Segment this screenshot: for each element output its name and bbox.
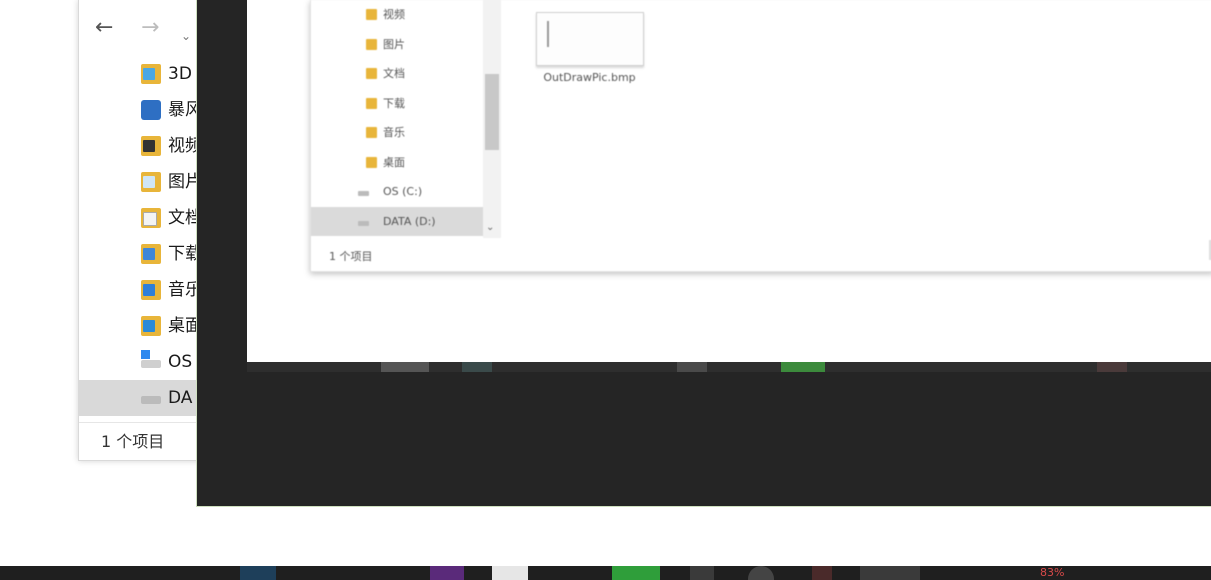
dark-preview-window: 视频 图片 文档 下载 音乐 桌面 OS (C:) DATA (D:) ⌄ 1 … xyxy=(196,0,1211,507)
embedded-tree-label: 图片 xyxy=(383,37,405,51)
forward-arrow-icon[interactable]: → xyxy=(141,14,159,42)
strip-segment xyxy=(1097,362,1127,372)
documents-folder-icon xyxy=(141,208,161,228)
folder-icon xyxy=(366,68,377,79)
desktop-folder-icon xyxy=(141,316,161,336)
embedded-tree-item: 视频 xyxy=(311,0,483,30)
folder-icon xyxy=(366,156,377,168)
embedded-explorer-screenshot: 视频 图片 文档 下载 音乐 桌面 OS (C:) DATA (D:) ⌄ 1 … xyxy=(310,0,1211,272)
folder-icon xyxy=(366,97,377,109)
embedded-navigation-pane: 视频 图片 文档 下载 音乐 桌面 OS (C:) DATA (D:) xyxy=(311,0,483,236)
embedded-scrollbar: ⌄ xyxy=(483,0,501,238)
storm-app-icon xyxy=(141,100,161,120)
embedded-tree-label: 桌面 xyxy=(383,155,405,169)
taskbar-app-icon[interactable] xyxy=(748,566,774,580)
embedded-tree-item: 桌面 xyxy=(311,148,483,178)
back-arrow-icon[interactable]: ← xyxy=(95,14,113,42)
3d-objects-folder-icon xyxy=(141,64,161,84)
embedded-tree-label: 下载 xyxy=(383,96,405,110)
taskbar-app-icon[interactable] xyxy=(690,566,714,580)
folder-icon xyxy=(366,127,377,138)
strip-segment xyxy=(381,362,429,372)
chevron-down-icon: ⌄ xyxy=(486,222,495,233)
embedded-tree-label: 音乐 xyxy=(383,126,405,139)
embedded-tree-label: OS (C:) xyxy=(383,185,423,198)
taskbar: 83% xyxy=(0,566,1211,580)
embedded-tree-item: 音乐 xyxy=(311,118,483,148)
videos-folder-icon xyxy=(141,136,161,156)
embedded-tree-label: 文档 xyxy=(383,67,405,80)
embedded-taskbar-strip xyxy=(247,362,1211,372)
downloads-folder-icon xyxy=(141,244,161,264)
embedded-file-item: OutDrawPic.bmp xyxy=(532,12,647,86)
preview-canvas: 视频 图片 文档 下载 音乐 桌面 OS (C:) DATA (D:) ⌄ 1 … xyxy=(247,0,1211,362)
bitmap-thumbnail-icon xyxy=(535,12,644,66)
data-drive-icon xyxy=(141,396,161,404)
recent-locations-chevron-icon[interactable]: ⌄ xyxy=(181,22,191,50)
taskbar-app-icon[interactable] xyxy=(240,566,276,580)
embedded-tree-item: 图片 xyxy=(311,30,483,60)
tree-item-label: OS xyxy=(168,352,193,372)
strip-segment xyxy=(462,362,492,372)
taskbar-app-icon[interactable] xyxy=(430,566,464,580)
navigation-bar: ← → ⌄ xyxy=(79,8,199,48)
embedded-file-name: OutDrawPic.bmp xyxy=(543,71,636,84)
embedded-scrollbar-thumb xyxy=(485,74,499,150)
embedded-tree-item: 下载 xyxy=(311,89,483,119)
folder-icon xyxy=(366,9,377,20)
embedded-status-bar: 1 个项目 xyxy=(329,250,373,263)
taskbar-app-icon[interactable] xyxy=(812,566,832,580)
drive-icon xyxy=(358,220,369,226)
strip-segment xyxy=(677,362,707,372)
os-drive-icon xyxy=(141,350,161,368)
music-folder-icon xyxy=(141,280,161,300)
embedded-tree-label: DATA (D:) xyxy=(383,214,436,228)
embedded-tree-item: 文档 xyxy=(311,59,483,89)
drive-icon xyxy=(358,191,369,196)
taskbar-app-icon[interactable] xyxy=(612,566,660,580)
tree-item-label: DA xyxy=(168,388,193,408)
embedded-tree-item: DATA (D:) xyxy=(311,206,483,236)
embedded-tree-item: OS (C:) xyxy=(311,177,483,207)
taskbar-app-icon[interactable] xyxy=(492,566,528,580)
strip-segment xyxy=(781,362,825,372)
pictures-folder-icon xyxy=(141,172,161,192)
battery-indicator[interactable]: 83% xyxy=(1040,566,1064,580)
folder-icon xyxy=(366,38,377,50)
embedded-tree-label: 视频 xyxy=(383,8,405,21)
taskbar-active-app-icon[interactable] xyxy=(860,566,920,580)
tree-item-label: 3D xyxy=(168,64,192,84)
